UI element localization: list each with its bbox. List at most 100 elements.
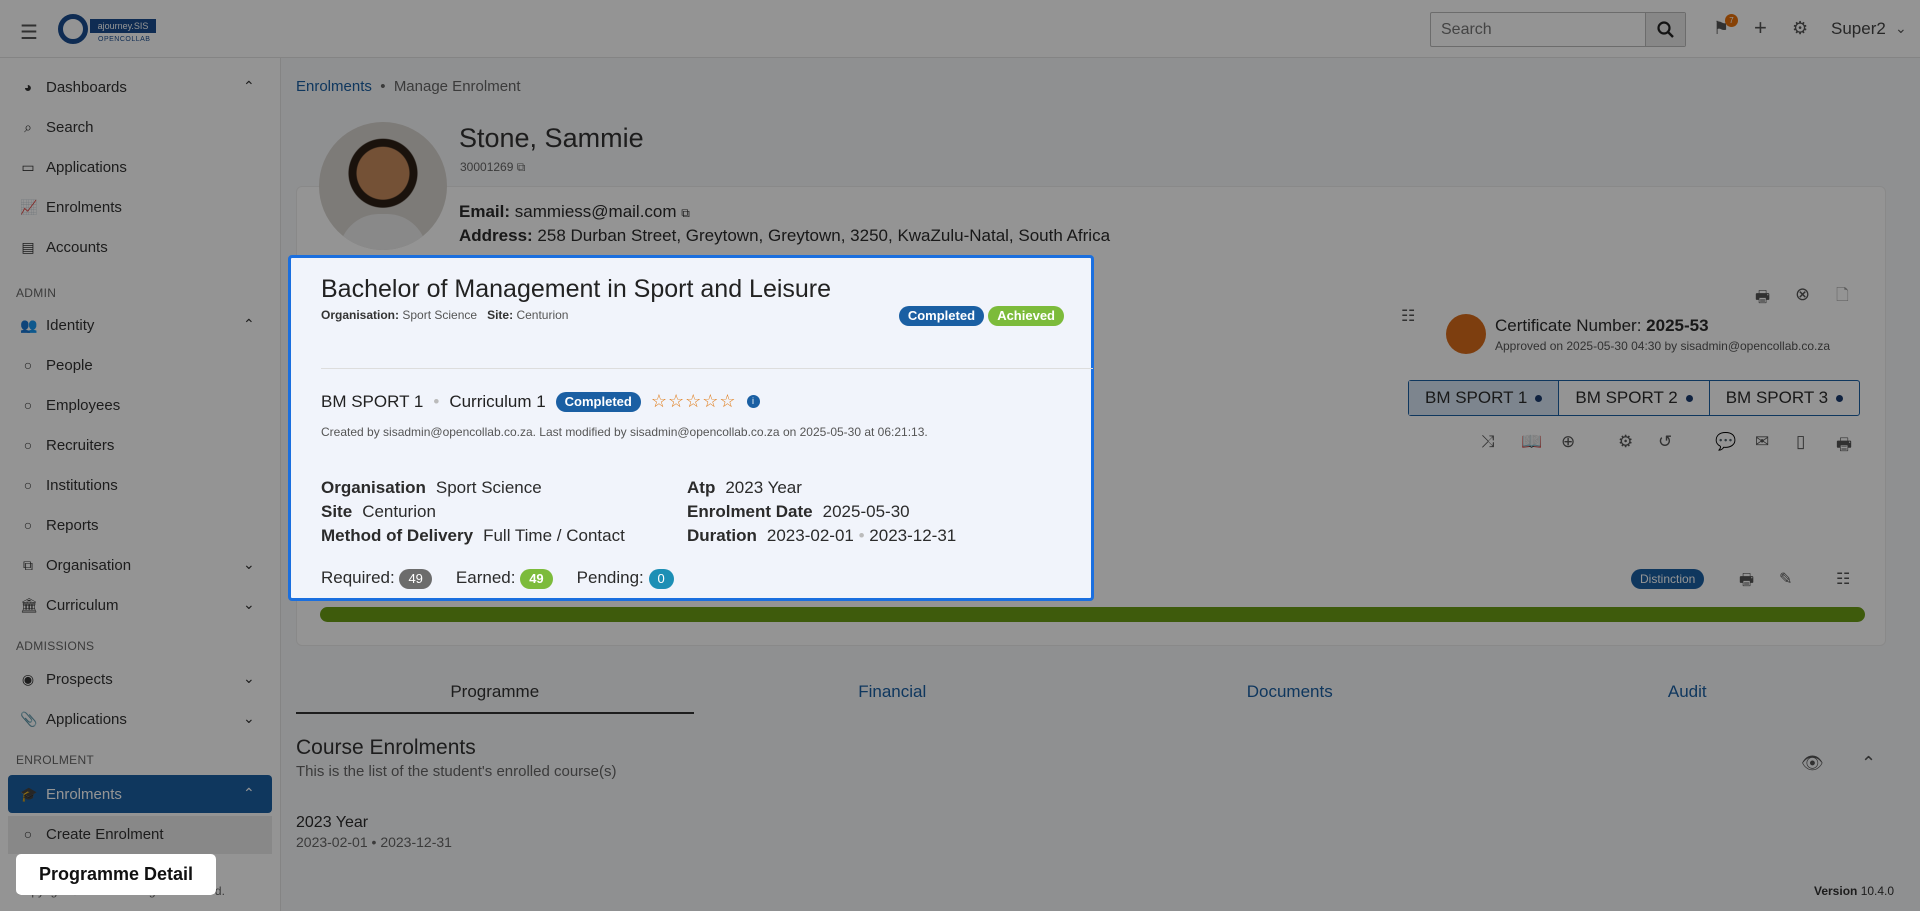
gear-icon[interactable]: ⚙	[1618, 432, 1633, 452]
copy-icon[interactable]: ⧉	[517, 160, 526, 174]
print-icon[interactable]: 🖶	[1836, 432, 1852, 461]
chevron-up-icon[interactable]: ⌃	[243, 78, 255, 95]
sidebar-item-enrolments[interactable]: 📈 Enrolments	[20, 195, 122, 219]
chevron-down-icon[interactable]: ⌄	[243, 556, 255, 573]
version-tab-1[interactable]: BM SPORT 1	[1409, 381, 1560, 415]
org-label: Organisation:	[321, 308, 400, 322]
version-label: BM SPORT 2	[1575, 388, 1678, 407]
top-bar: ☰ ajourney.SIS OPENCOLLAB ⚑ 7 + ⚙ Super2…	[0, 0, 1920, 58]
chevron-down-icon[interactable]: ⌄	[243, 596, 255, 613]
sidebar-item-dashboards[interactable]: ◕ Dashboards	[20, 75, 127, 99]
document-icon[interactable]: 🗋	[1836, 284, 1849, 311]
sidebar-item-accounts[interactable]: ▤ Accounts	[20, 235, 108, 259]
sidebar-item-reports[interactable]: ○ Reports	[20, 513, 99, 537]
year-end: 2023-12-31	[380, 834, 452, 850]
mobile-icon[interactable]: ▯	[1796, 432, 1805, 452]
eye-icon[interactable]: 👁	[1801, 753, 1824, 774]
history-icon[interactable]: ↺	[1658, 432, 1672, 452]
hierarchy-icon: ⧉	[23, 556, 33, 573]
institution-icon: 🏛	[20, 596, 38, 613]
version-value: 10.4.0	[1860, 884, 1895, 898]
chevron-up-icon[interactable]: ⌃	[243, 316, 255, 333]
checklist-icon[interactable]: ☷	[1836, 569, 1850, 589]
sidebar-item-recruiters[interactable]: ○ Recruiters	[20, 433, 115, 457]
book-icon[interactable]: 📖	[1521, 432, 1542, 452]
sidebar-item-people[interactable]: ○ People	[20, 353, 93, 377]
sidebar-item-curriculum[interactable]: 🏛 Curriculum	[20, 593, 119, 617]
sidebar-item-search[interactable]: ⌕ Search	[20, 115, 94, 139]
info-icon[interactable]: i	[746, 395, 760, 408]
sidebar-item-label: Accounts	[46, 238, 108, 256]
search-button[interactable]	[1645, 13, 1685, 46]
version-row: BM SPORT 1 • Curriculum 1 Completed ☆☆☆☆…	[321, 391, 760, 412]
sidebar-item-employees[interactable]: ○ Employees	[20, 393, 120, 417]
settings-icon[interactable]: ⚙	[1792, 18, 1808, 39]
plus-icon[interactable]: +	[1754, 15, 1767, 41]
tab-documents[interactable]: Documents	[1091, 672, 1489, 714]
certificate-value: 2025-53	[1646, 316, 1709, 335]
sidebar-item-applications-admissions[interactable]: 📎 Applications	[20, 707, 127, 731]
version-label: BM SPORT 3	[1725, 388, 1829, 407]
version-tab-3[interactable]: BM SPORT 3	[1710, 381, 1859, 415]
sidebar-item-organisation[interactable]: ⧉ Organisation	[20, 553, 131, 577]
sidebar-item-label: Recruiters	[46, 436, 115, 454]
email-value: sammiess@mail.com	[514, 202, 677, 221]
dashboard-icon: ◕	[23, 79, 33, 95]
sidebar-item-label: Employees	[46, 396, 121, 414]
logo[interactable]: ajourney.SIS OPENCOLLAB	[58, 14, 160, 46]
breadcrumb-enrolments[interactable]: Enrolments	[296, 78, 372, 95]
status-badge: Completed	[898, 306, 985, 326]
sidebar-item-applications[interactable]: ▭ Applications	[20, 155, 127, 179]
detail-value: 2025-05-30	[822, 502, 910, 521]
detail-label: Enrolment Date	[687, 502, 813, 521]
chevron-down-icon[interactable]: ⌄	[243, 710, 255, 727]
org-value: Sport Science	[402, 308, 478, 322]
sidebar-item-create-enrolment[interactable]: ○ Create Enrolment	[20, 822, 164, 846]
site-value: Centurion	[516, 308, 569, 322]
sidebar-item-institutions[interactable]: ○ Institutions	[20, 473, 118, 497]
pending-count: Pending: 0	[577, 568, 674, 589]
tab-audit[interactable]: Audit	[1489, 672, 1887, 714]
chevron-up-icon[interactable]: ⌃	[1861, 753, 1876, 774]
sidebar-item-label: Enrolments	[46, 785, 122, 803]
sidebar-item-label: Organisation	[46, 556, 132, 574]
student-address: Address: 258 Durban Street, Greytown, Gr…	[459, 226, 1110, 246]
shuffle-icon[interactable]: ⤨	[1481, 432, 1495, 452]
user-menu[interactable]: Super2	[1831, 19, 1886, 39]
print-icon[interactable]: 🖶	[1739, 569, 1754, 596]
add-circle-icon[interactable]: ⊕	[1561, 432, 1575, 452]
checklist-icon[interactable]: ☷	[1401, 306, 1415, 326]
earned-count: Earned: 49	[456, 568, 553, 589]
close-circle-icon[interactable]: ⊗	[1795, 284, 1810, 305]
sidebar-item-enrolments-expanded[interactable]: 🎓 Enrolments	[20, 782, 122, 806]
search-input[interactable]	[1431, 13, 1645, 46]
dot-icon	[1836, 395, 1844, 403]
version-tab-2[interactable]: BM SPORT 2	[1559, 381, 1710, 415]
sidebar-item-label: Search	[46, 118, 94, 136]
chat-icon[interactable]: 💬	[1715, 432, 1736, 452]
app-version: Version 10.4.0	[1814, 884, 1894, 898]
chevron-down-icon[interactable]: ⌄	[243, 670, 255, 687]
circle-icon: ○	[23, 517, 33, 533]
menu-icon[interactable]: ☰	[20, 20, 38, 45]
chevron-down-icon[interactable]: ⌄	[1895, 20, 1907, 37]
tab-programme[interactable]: Programme	[296, 672, 694, 714]
count-badge: 49	[399, 569, 432, 589]
edit-icon[interactable]: ✎	[1779, 569, 1792, 589]
chevron-up-icon[interactable]: ⌃	[243, 785, 255, 802]
copy-icon[interactable]: ⧉	[681, 206, 690, 220]
sidebar-item-label: Reports	[46, 516, 99, 534]
programme-meta: Organisation: Sport Science Site: Centur…	[321, 308, 568, 322]
student-id: 30001269 ⧉	[460, 160, 525, 175]
sidebar-item-identity[interactable]: 👥 Identity	[20, 313, 94, 337]
dot-icon	[1535, 395, 1543, 403]
search-icon: ⌕	[24, 118, 32, 135]
graduation-cap-icon: 🎓	[20, 785, 38, 802]
sidebar-item-prospects[interactable]: ◉ Prospects	[20, 667, 113, 691]
progress-bar	[320, 607, 1865, 622]
detail-organisation: Organisation Sport Science	[321, 476, 625, 500]
print-icon[interactable]: 🖶	[1755, 286, 1770, 313]
mail-icon[interactable]: ✉	[1755, 432, 1769, 452]
star-rating[interactable]: ☆☆☆☆☆	[651, 391, 737, 412]
tab-financial[interactable]: Financial	[694, 672, 1092, 714]
